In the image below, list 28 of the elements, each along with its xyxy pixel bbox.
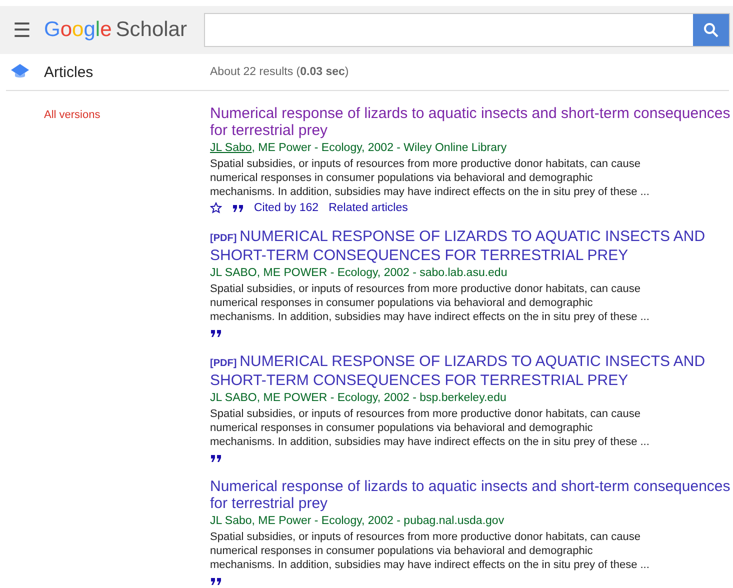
result-title[interactable]: [PDF] NUMERICAL RESPONSE OF LIZARDS TO AQUATIC INSECTS AND SHORT-TERM CONSEQUENCES FOR TERRESTRIAL PREY — [210, 228, 731, 264]
results-count: About 22 results (0.03 sec) — [210, 66, 349, 78]
cited-by-link[interactable]: Cited by 162 — [254, 202, 319, 214]
result-snippet: Spatial subsidies, or inputs of resources from more productive donor habitats, can cause numerical responses in consumer populations via behavioral and demographic mechanisms. In addition, subsidies may have indirect effects on the in situ prey of these ... — [210, 407, 650, 449]
result-title[interactable]: [PDF] NUMERICAL RESPONSE OF LIZARDS TO AQUATIC INSECTS AND SHORT-TERM CONSEQUENCES FOR TERRESTRIAL PREY — [210, 353, 731, 389]
result-snippet: Spatial subsidies, or inputs of resources from more productive donor habitats, can cause numerical responses in consumer populations via behavioral and demographic mechanisms. In addition, subsidies may have indirect effects on the in situ prey of these ... — [210, 530, 650, 572]
quote-icon[interactable] — [210, 327, 222, 339]
search-icon — [703, 22, 719, 38]
result-snippet: Spatial subsidies, or inputs of resources from more productive donor habitats, can cause numerical responses in consumer populations via behavioral and demographic mechanisms. In addition, subsidies may have indirect effects on the in situ prey of these ... — [210, 282, 650, 324]
result-source: JL SABO, ME POWER - Ecology, 2002 - sabo.lab.asu.edu — [210, 267, 508, 279]
star-icon[interactable] — [210, 202, 222, 214]
result-source: JL Sabo, ME Power - Ecology, 2002 - pubag.nal.usda.gov — [210, 515, 504, 527]
author-link[interactable]: JL Sabo — [210, 142, 252, 154]
logo[interactable]: Google Scholar — [44, 18, 204, 42]
section-title: Articles — [44, 64, 94, 80]
quote-icon[interactable] — [232, 202, 244, 214]
all-versions-link[interactable]: All versions — [44, 109, 100, 121]
quote-icon[interactable] — [210, 575, 222, 587]
result-source: , ME Power - Ecology, 2002 - Wiley Online Library — [252, 142, 507, 154]
search-button[interactable] — [693, 14, 729, 46]
result-title[interactable]: Numerical response of lizards to aquatic insects and short-term consequences for terrestrial prey — [210, 478, 731, 512]
search-field[interactable] — [204, 13, 730, 47]
result-title[interactable]: Numerical response of lizards to aquatic insects and short-term consequences for terrestrial prey — [210, 105, 731, 139]
related-articles-link[interactable]: Related articles — [328, 202, 408, 214]
result-source: JL SABO, ME POWER - Ecology, 2002 - bsp.berkeley.edu — [210, 392, 506, 404]
result-snippet: Spatial subsidies, or inputs of resources from more productive donor habitats, can cause numerical responses in consumer populations via behavioral and demographic mechanisms. In addition, subsidies may have indirect effects on the in situ prey of these ... — [210, 157, 650, 199]
menu-icon[interactable]: ☰ — [0, 18, 44, 42]
quote-icon[interactable] — [210, 452, 222, 464]
